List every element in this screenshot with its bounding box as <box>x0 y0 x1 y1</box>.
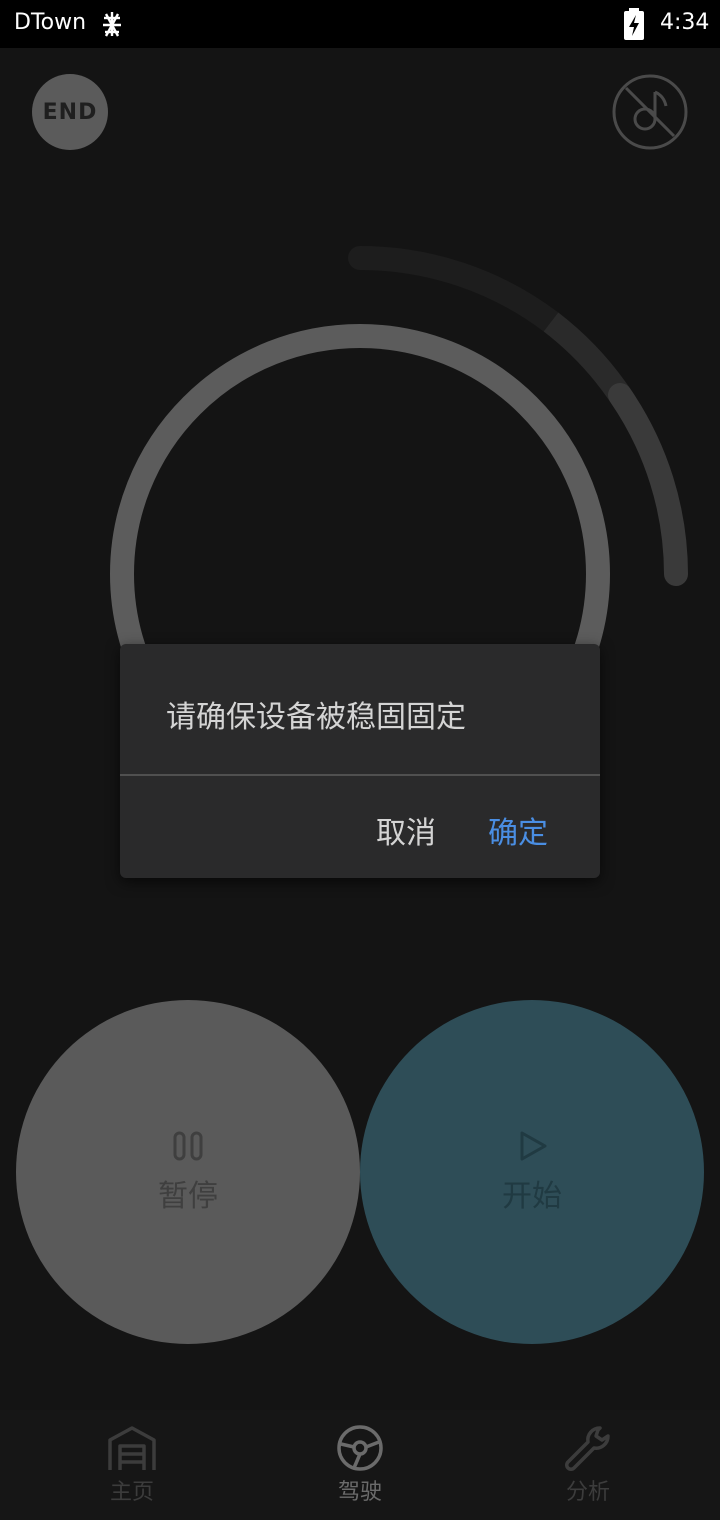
pause-button[interactable]: 暂停 <box>16 1000 360 1344</box>
confirm-button[interactable]: 确定 <box>488 808 548 852</box>
nav-item-analysis[interactable]: 分析 <box>528 1410 648 1520</box>
status-bar: DTown 4:34 <box>0 0 720 48</box>
dialog-message: 请确保设备被稳固固定 <box>166 700 466 735</box>
music-off-icon[interactable] <box>612 74 688 150</box>
end-button[interactable]: END <box>32 74 108 150</box>
bottom-nav: 主页 驾驶 分析 <box>0 1410 720 1520</box>
play-icon <box>520 1131 547 1161</box>
steering-wheel-icon <box>337 1425 383 1471</box>
garage-home-icon <box>108 1426 156 1470</box>
nav-item-home[interactable]: 主页 <box>72 1410 192 1520</box>
pause-label: 暂停 <box>158 1179 218 1214</box>
carrier-label: DTown <box>14 10 87 35</box>
end-button-label: END <box>42 99 98 125</box>
nav-label-analysis: 分析 <box>565 1480 610 1505</box>
gauge-arc-segment-2 <box>543 312 630 402</box>
nav-label-drive: 驾驶 <box>337 1480 382 1505</box>
gauge-arc-segment-3 <box>608 383 688 586</box>
start-label: 开始 <box>502 1179 562 1214</box>
pause-icon <box>173 1131 203 1161</box>
confirm-dialog: 请确保设备被稳固固定 取消 确定 <box>120 644 600 878</box>
battery-charging-icon <box>624 8 644 40</box>
nav-label-home: 主页 <box>109 1480 154 1505</box>
cancel-button[interactable]: 取消 <box>376 808 436 852</box>
start-button[interactable]: 开始 <box>360 1000 704 1344</box>
speed-gauge <box>110 245 688 700</box>
nav-item-drive[interactable]: 驾驶 <box>300 1410 420 1520</box>
status-time: 4:34 <box>660 10 710 35</box>
gauge-arc-segment-1 <box>348 245 563 334</box>
network-tower-icon <box>103 12 121 37</box>
wrench-icon <box>565 1426 610 1471</box>
dialog-divider <box>120 774 600 776</box>
